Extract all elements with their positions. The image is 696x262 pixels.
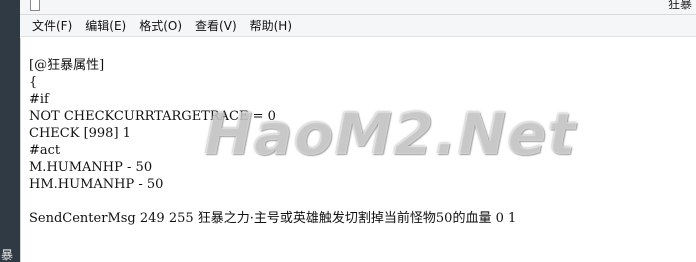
background-window-strip: 暴 xyxy=(0,0,20,262)
doc-line-action-m-hp: M.HUMANHP - 50 xyxy=(29,160,153,175)
text-editor-area[interactable]: [@狂暴属性] { #if NOT CHECKCURRTARGETRACE = … xyxy=(20,38,696,262)
doc-line-act: #act xyxy=(29,143,61,158)
document-text[interactable]: [@狂暴属性] { #if NOT CHECKCURRTARGETRACE = … xyxy=(29,57,516,227)
window-title: 狂暴 xyxy=(667,0,692,11)
menu-bar: 文件(F) 编辑(E) 格式(O) 查看(V) 帮助(H) xyxy=(20,15,696,37)
title-bar[interactable]: 狂暴 xyxy=(20,0,696,15)
menu-format[interactable]: 格式(O) xyxy=(139,15,182,37)
menu-file[interactable]: 文件(F) xyxy=(32,15,72,37)
menu-view[interactable]: 查看(V) xyxy=(195,15,237,37)
doc-line-section-header: [@狂暴属性] xyxy=(29,58,105,73)
doc-line-action-hm-hp: HM.HUMANHP - 50 xyxy=(29,177,164,192)
doc-line-condition-race: NOT CHECKCURRTARGETRACE = 0 xyxy=(29,109,276,124)
doc-line-condition-check: CHECK [998] 1 xyxy=(29,126,131,141)
menu-help[interactable]: 帮助(H) xyxy=(250,15,292,37)
screen: 暴 狂暴 文件(F) 编辑(E) 格式(O) 查看(V) 帮助(H) [@狂暴属… xyxy=(0,0,696,262)
doc-line-if: #if xyxy=(29,92,49,107)
notepad-app-icon[interactable] xyxy=(30,0,40,11)
doc-line-send-center-msg: SendCenterMsg 249 255 狂暴之力·主号或英雄触发切割掉当前怪… xyxy=(29,211,517,226)
menu-edit[interactable]: 编辑(E) xyxy=(85,15,126,37)
background-window-label: 暴 xyxy=(1,248,14,262)
doc-line-blank xyxy=(29,193,516,210)
doc-line-open-brace: { xyxy=(29,75,38,90)
